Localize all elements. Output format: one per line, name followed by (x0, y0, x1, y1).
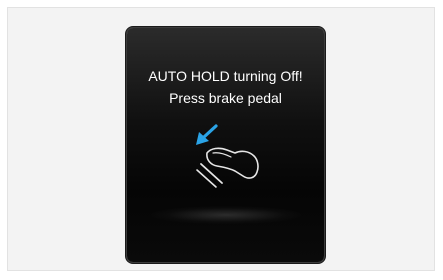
press-arrow-icon (196, 124, 218, 145)
foot-on-brake-pedal-icon (196, 124, 259, 188)
floor-reflection (151, 206, 301, 224)
cluster-display: AUTO HOLD turning Off! Press brake pedal (127, 28, 324, 262)
warning-message-line-1: AUTO HOLD turning Off! (148, 68, 303, 84)
warning-message-line-2: Press brake pedal (169, 90, 282, 106)
